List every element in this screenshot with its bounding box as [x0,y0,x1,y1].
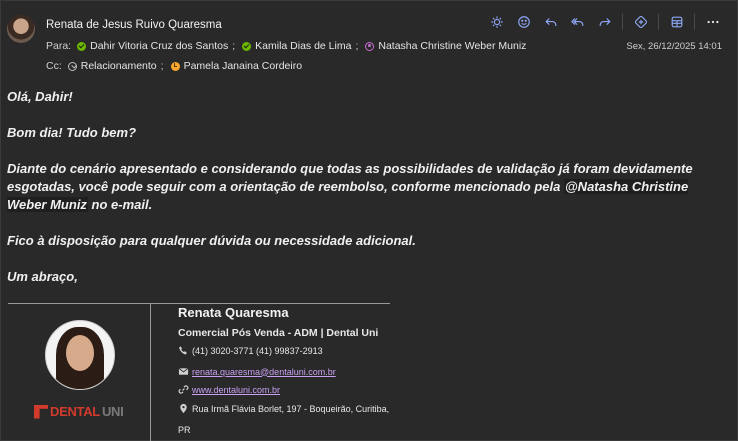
logo-text-dental: DENTAL [50,404,100,419]
cc-row: Cc: Relacionamento; Pamela Janaina Corde… [46,60,302,72]
forward-icon[interactable] [593,13,616,31]
body-paragraph-main: Diante do cenário apresentado e consider… [7,160,722,214]
toolbar-divider [694,14,695,30]
recipient-name: Relacionamento [80,60,157,72]
toolbar-divider [622,14,623,30]
toolbar-divider [658,14,659,30]
recipient-name: Dahir Vitoria Cruz dos Santos [90,40,229,52]
address-text: Rua Irmã Flávia Borlet, 197 - Boqueirão,… [192,403,390,414]
website-link[interactable]: www.dentaluni.com.br [192,385,280,395]
recipient-separator: ; [355,40,359,52]
cc-label: Cc: [46,60,62,72]
to-row: Para: Dahir Vitoria Cruz dos Santos; Kam… [46,40,526,52]
recipient-to-1[interactable]: Dahir Vitoria Cruz dos Santos; [77,40,239,52]
signature-address-line-2: PR [178,425,191,435]
signature-photo [45,320,115,390]
reply-icon[interactable] [539,13,562,31]
signature-phone: (41) 3020-3771 (41) 99837-2913 [178,345,323,356]
logo-text-uni: UNI [101,404,124,419]
signature-divider [8,303,390,304]
signature-email: renata.quaresma@dentaluni.com.br [178,366,336,377]
signature-role: Comercial Pós Venda - ADM | Dental Uni [178,327,379,339]
location-pin-icon [178,403,189,414]
recipient-cc-1[interactable]: Relacionamento; [67,60,168,72]
signature-website: www.dentaluni.com.br [178,384,280,395]
link-icon [178,384,189,395]
closing: Um abraço, [7,269,78,284]
signature-vertical-divider [150,304,151,441]
presence-available-icon [242,41,252,51]
message-toolbar [485,13,724,31]
recipient-name: Pamela Janaina Cordeiro [183,60,303,72]
sender-name[interactable]: Renata de Jesus Ruivo Quaresma [46,19,222,31]
sun-icon[interactable] [485,13,508,31]
recipient-name: Kamila Dias de Lima [255,40,352,52]
recipient-to-3[interactable]: Natasha Christine Weber Muniz [365,40,526,52]
envelope-icon [178,366,189,377]
presence-out-of-office-icon [365,41,375,51]
recipient-name: Natasha Christine Weber Muniz [378,40,527,52]
emoji-icon[interactable] [512,13,535,31]
reply-all-icon[interactable] [566,13,589,31]
greeting: Olá, Dahir! [7,89,73,104]
presence-away-icon [170,61,180,71]
dental-uni-logo: DENTAL UNI [34,404,124,419]
sent-date: Sex, 26/12/2025 14:01 [626,41,722,52]
body-line-2: Bom dia! Tudo bem? [7,125,137,140]
recipient-separator: ; [232,40,236,52]
recipient-to-2[interactable]: Kamila Dias de Lima; [242,40,362,52]
signature-name: Renata Quaresma [178,305,289,320]
logo-mark-icon [34,404,48,419]
email-link[interactable]: renata.quaresma@dentaluni.com.br [192,367,336,377]
phone-text: (41) 3020-3771 (41) 99837-2913 [192,345,323,356]
body-text: no e-mail. [87,197,153,212]
presence-unknown-icon [67,61,77,71]
body-line-4: Fico à disposição para qualquer dúvida o… [7,233,416,248]
to-label: Para: [46,40,72,52]
sender-avatar[interactable] [7,15,35,43]
presence-available-icon [77,41,87,51]
phone-icon [178,345,189,356]
signature-address: Rua Irmã Flávia Borlet, 197 - Boqueirão,… [178,403,389,414]
recipient-cc-2[interactable]: Pamela Janaina Cordeiro [170,60,303,72]
more-icon[interactable] [701,13,724,31]
loop-icon[interactable] [629,13,652,31]
apps-icon[interactable] [665,13,688,31]
recipient-separator: ; [160,60,164,72]
